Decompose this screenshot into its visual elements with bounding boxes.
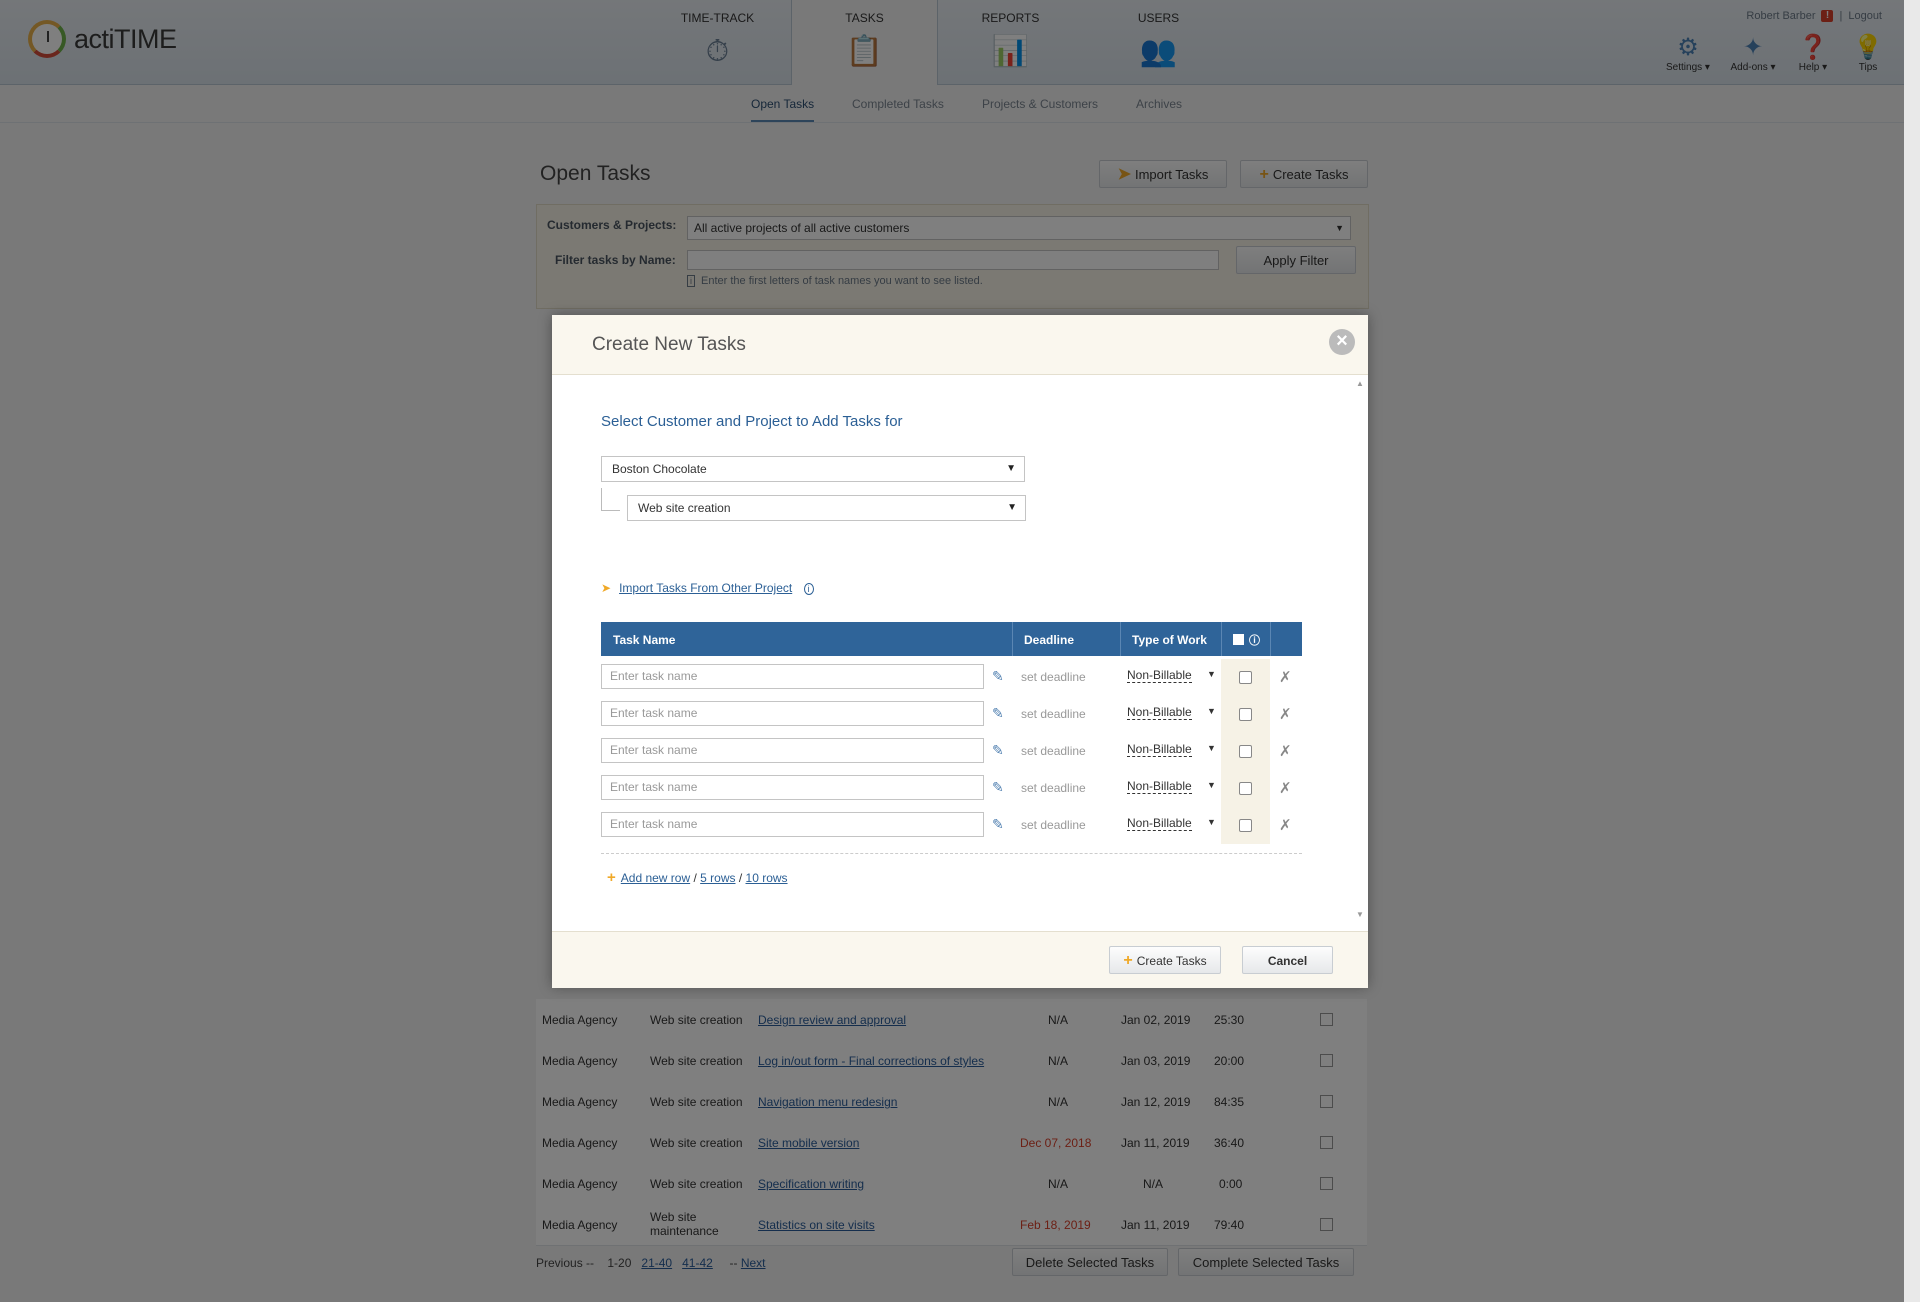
task-name-input[interactable]: Enter task name	[601, 812, 984, 837]
row-checkbox[interactable]	[1239, 708, 1252, 721]
set-deadline-link[interactable]: set deadline	[1021, 781, 1086, 795]
create-tasks-dialog: Create New Tasks × ▲ ▼ Select Customer a…	[552, 315, 1368, 988]
select-all-checkbox[interactable]	[1233, 634, 1244, 645]
set-deadline-link[interactable]: set deadline	[1021, 744, 1086, 758]
info-icon[interactable]: i	[803, 583, 814, 595]
type-of-work-select[interactable]: Non-Billable	[1127, 817, 1192, 831]
dialog-cancel-button[interactable]: Cancel	[1242, 946, 1333, 974]
dialog-header: Create New Tasks ×	[552, 315, 1368, 375]
plus-icon: +	[607, 869, 616, 886]
edit-description-icon[interactable]: ✎	[992, 779, 1004, 796]
import-arrow-icon: ➤	[601, 581, 612, 595]
add-ten-rows-link[interactable]: 10 rows	[746, 871, 788, 885]
dialog-create-tasks-button[interactable]: + Create Tasks	[1109, 946, 1221, 974]
task-name-input[interactable]: Enter task name	[601, 701, 984, 726]
new-task-row: Enter task name ✎ set deadline Non-Billa…	[601, 733, 1302, 770]
new-task-row: Enter task name ✎ set deadline Non-Billa…	[601, 659, 1302, 696]
dialog-footer: + Create Tasks Cancel	[552, 931, 1368, 988]
column-deadline: Deadline	[1024, 633, 1075, 647]
remove-row-icon[interactable]: ✗	[1279, 705, 1292, 723]
dialog-scrollbar[interactable]: ▲ ▼	[1354, 379, 1366, 919]
table-header: Task Name Deadline Type of Work ⓘ	[601, 622, 1302, 656]
column-type-of-work: Type of Work	[1132, 633, 1207, 647]
import-from-project-link[interactable]: Import Tasks From Other Project	[619, 581, 792, 595]
task-name-input[interactable]: Enter task name	[601, 775, 984, 800]
new-task-row: Enter task name ✎ set deadline Non-Billa…	[601, 807, 1302, 844]
chevron-down-icon[interactable]: ▼	[1207, 743, 1216, 753]
new-task-row: Enter task name ✎ set deadline Non-Billa…	[601, 696, 1302, 733]
set-deadline-link[interactable]: set deadline	[1021, 670, 1086, 684]
type-of-work-select[interactable]: Non-Billable	[1127, 669, 1192, 683]
chevron-down-icon[interactable]: ▼	[1207, 706, 1216, 716]
dialog-title: Create New Tasks	[592, 334, 746, 355]
add-rows-controls: + Add new row / 5 rows / 10 rows	[607, 869, 788, 886]
type-of-work-select[interactable]: Non-Billable	[1127, 706, 1192, 720]
edit-description-icon[interactable]: ✎	[992, 816, 1004, 833]
set-deadline-link[interactable]: set deadline	[1021, 818, 1086, 832]
edit-description-icon[interactable]: ✎	[992, 742, 1004, 759]
task-name-input[interactable]: Enter task name	[601, 738, 984, 763]
import-from-project: ➤ Import Tasks From Other Project i	[601, 581, 814, 595]
project-select-value: Web site creation	[638, 501, 731, 515]
chevron-down-icon[interactable]: ▼	[1207, 817, 1216, 827]
type-of-work-select[interactable]: Non-Billable	[1127, 743, 1192, 757]
tree-connector	[601, 488, 620, 511]
info-icon[interactable]: ⓘ	[1249, 632, 1260, 648]
chevron-down-icon[interactable]: ▼	[1207, 780, 1216, 790]
add-five-rows-link[interactable]: 5 rows	[700, 871, 735, 885]
section-title: Select Customer and Project to Add Tasks…	[601, 413, 903, 430]
divider	[601, 853, 1302, 854]
row-checkbox[interactable]	[1239, 782, 1252, 795]
dialog-create-tasks-label: Create Tasks	[1136, 954, 1207, 968]
row-checkbox[interactable]	[1239, 671, 1252, 684]
task-name-input[interactable]: Enter task name	[601, 664, 984, 689]
page-scrollbar[interactable]	[1904, 0, 1920, 1302]
new-task-row: Enter task name ✎ set deadline Non-Billa…	[601, 770, 1302, 807]
add-new-row-link[interactable]: Add new row	[621, 871, 690, 885]
project-select[interactable]: Web site creation ▼	[627, 495, 1026, 521]
edit-description-icon[interactable]: ✎	[992, 705, 1004, 722]
chevron-down-icon[interactable]: ▼	[1207, 669, 1216, 679]
set-deadline-link[interactable]: set deadline	[1021, 707, 1086, 721]
edit-description-icon[interactable]: ✎	[992, 668, 1004, 685]
remove-row-icon[interactable]: ✗	[1279, 668, 1292, 686]
scroll-up-icon[interactable]: ▲	[1356, 379, 1364, 388]
close-icon[interactable]: ×	[1329, 329, 1355, 355]
column-task-name: Task Name	[613, 633, 676, 647]
chevron-down-icon: ▼	[1007, 502, 1017, 513]
scroll-down-icon[interactable]: ▼	[1356, 910, 1364, 919]
row-checkbox[interactable]	[1239, 745, 1252, 758]
customer-select[interactable]: Boston Chocolate ▼	[601, 456, 1025, 482]
row-checkbox[interactable]	[1239, 819, 1252, 832]
remove-row-icon[interactable]: ✗	[1279, 742, 1292, 760]
customer-select-value: Boston Chocolate	[612, 462, 707, 476]
remove-row-icon[interactable]: ✗	[1279, 816, 1292, 834]
remove-row-icon[interactable]: ✗	[1279, 779, 1292, 797]
plus-icon: +	[1123, 952, 1133, 969]
type-of-work-select[interactable]: Non-Billable	[1127, 780, 1192, 794]
chevron-down-icon: ▼	[1006, 463, 1016, 474]
